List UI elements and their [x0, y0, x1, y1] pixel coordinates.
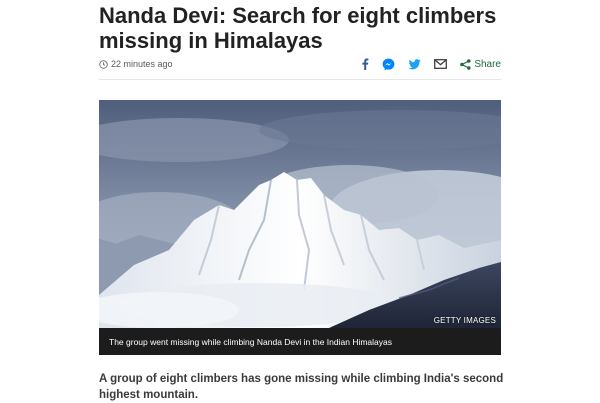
divider	[99, 79, 501, 80]
email-icon[interactable]	[434, 59, 448, 69]
timestamp: 22 minutes ago	[99, 59, 173, 69]
article-headline: Nanda Devi: Search for eight climbers mi…	[99, 3, 497, 53]
article-intro: A group of eight climbers has gone missi…	[99, 373, 504, 401]
share-button[interactable]: Share	[460, 59, 501, 70]
article-image: GETTY IMAGES The group went missing whil…	[99, 100, 501, 355]
timestamp-text: 22 minutes ago	[111, 59, 173, 69]
clock-icon	[99, 59, 108, 69]
image-caption: The group went missing while climbing Na…	[99, 328, 501, 355]
mountain-photo	[99, 100, 501, 328]
messenger-icon[interactable]	[382, 58, 395, 71]
twitter-icon[interactable]	[408, 58, 421, 70]
share-tools: Share	[348, 58, 501, 71]
image-credit: GETTY IMAGES	[433, 316, 496, 325]
share-label: Share	[474, 58, 501, 70]
share-icon	[460, 58, 471, 70]
facebook-icon[interactable]	[361, 58, 369, 70]
article-meta: 22 minutes ago Share	[99, 56, 501, 72]
image-caption-text: The group went missing while climbing Na…	[109, 336, 392, 347]
